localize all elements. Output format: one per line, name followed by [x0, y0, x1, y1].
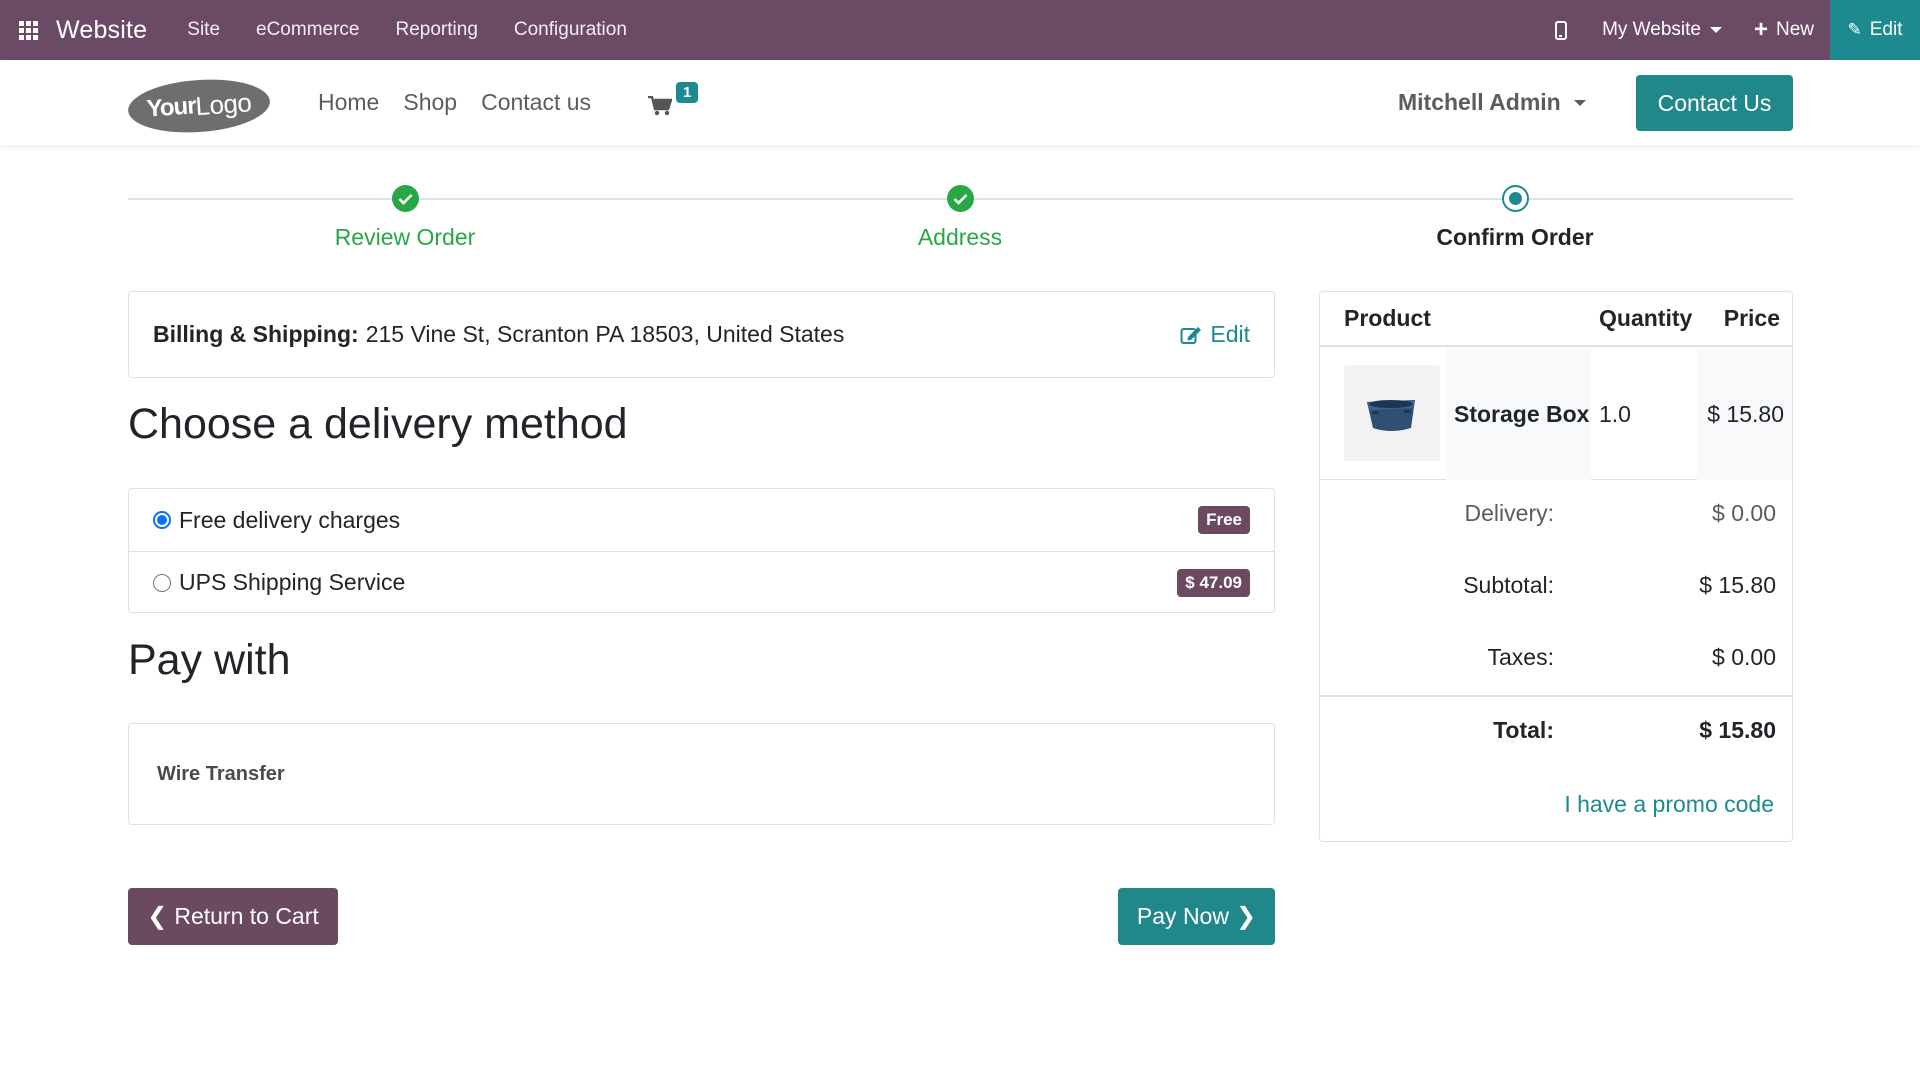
check-circle-icon — [946, 185, 974, 212]
nav-contact-us[interactable]: Contact us — [481, 89, 591, 116]
radio-button-selected[interactable] — [153, 511, 171, 529]
admin-navbar: Website Site eCommerce Reporting Configu… — [0, 0, 1920, 60]
check-circle-icon — [391, 185, 419, 212]
delivery-option-ups[interactable]: UPS Shipping Service $ 47.09 — [129, 551, 1274, 613]
caret-down-icon — [1573, 99, 1586, 106]
taxes-value: $ 0.00 — [1712, 644, 1776, 670]
line-product-name[interactable]: Storage Box — [1454, 401, 1589, 428]
order-summary-header: Product Quantity Price — [1320, 292, 1792, 347]
caret-down-icon — [1709, 27, 1722, 33]
mobile-phone-icon — [1555, 20, 1568, 40]
pencil-icon: ✎ — [1847, 20, 1862, 39]
menu-site[interactable]: Site — [169, 0, 238, 60]
main-nav: Home Shop Contact us — [318, 60, 615, 145]
nav-shop[interactable]: Shop — [403, 89, 457, 116]
delivery-total-value: $ 0.00 — [1712, 500, 1776, 526]
total-label: Total: — [1493, 717, 1554, 743]
app-brand[interactable]: Website — [56, 16, 147, 45]
billing-address: 215 Vine St, Scranton PA 18503, United S… — [365, 321, 845, 347]
edit-address-link[interactable]: Edit — [1180, 321, 1250, 348]
website-selector-label: My Website — [1602, 19, 1701, 40]
user-menu[interactable]: Mitchell Admin — [1398, 60, 1586, 145]
wizard-step-label: Address — [917, 224, 1003, 250]
order-summary: Product Quantity Price Storage Box 1.0 $… — [1319, 291, 1793, 842]
website-selector[interactable]: My Website — [1586, 0, 1738, 60]
delivery-price-badge: Free — [1198, 506, 1250, 534]
delivery-total-row: Delivery: $ 0.00 — [1320, 500, 1792, 530]
pay-now-button[interactable]: Pay Now ❯ — [1118, 888, 1275, 945]
menu-reporting[interactable]: Reporting — [378, 0, 496, 60]
wizard-step-label: Confirm Order — [1436, 224, 1594, 250]
column-header-quantity: Quantity — [1599, 305, 1693, 331]
wizard-step-confirm-order: Confirm Order — [1365, 185, 1665, 251]
column-header-product: Product — [1344, 305, 1431, 331]
line-quantity: 1.0 — [1599, 401, 1631, 427]
plus-icon: + — [1753, 16, 1768, 43]
billing-shipping-card: Billing & Shipping: 215 Vine St, Scranto… — [128, 291, 1275, 378]
logo-text-your: Your — [145, 92, 197, 123]
pay-with-heading: Pay with — [128, 636, 291, 684]
pay-now-label: Pay Now — [1136, 903, 1229, 929]
wizard-step-review-order[interactable]: Review Order — [255, 185, 555, 251]
subtotal-label: Subtotal: — [1463, 572, 1554, 598]
payment-method-label: Wire Transfer — [157, 762, 285, 785]
user-name: Mitchell Admin — [1398, 89, 1561, 115]
radio-button[interactable] — [153, 573, 171, 592]
cart-link[interactable]: 1 — [648, 82, 704, 122]
current-step-dot-icon — [1501, 185, 1529, 212]
mobile-preview-button[interactable] — [1536, 0, 1586, 60]
delivery-total-label: Delivery: — [1464, 500, 1554, 526]
contact-us-button[interactable]: Contact Us — [1636, 75, 1793, 131]
delivery-option-label: Free delivery charges — [179, 506, 401, 533]
delivery-method-list: Free delivery charges Free UPS Shipping … — [128, 488, 1275, 613]
delivery-option-label: UPS Shipping Service — [179, 569, 406, 595]
taxes-row: Taxes: $ 0.00 — [1320, 644, 1792, 674]
totals-divider — [1320, 695, 1792, 697]
wizard-step-label: Review Order — [334, 224, 476, 250]
menu-configuration[interactable]: Configuration — [496, 0, 645, 60]
logo-text-logo: Logo — [194, 86, 253, 121]
subtotal-row: Subtotal: $ 15.80 — [1320, 572, 1792, 602]
line-price: $ 15.80 — [1707, 401, 1784, 427]
column-header-price: Price — [1723, 305, 1780, 331]
wizard-step-address[interactable]: Address — [810, 185, 1110, 251]
return-to-cart-button[interactable]: ❮ Return to Cart — [128, 888, 338, 945]
nav-home[interactable]: Home — [318, 89, 379, 116]
delivery-option-free[interactable]: Free delivery charges Free — [129, 489, 1274, 551]
edit-website-button[interactable]: ✎ Edit — [1830, 0, 1920, 60]
admin-navbar-right: My Website + New ✎ Edit — [1536, 0, 1920, 60]
site-logo[interactable]: Your Logo — [126, 75, 272, 137]
total-value: $ 15.80 — [1699, 717, 1776, 743]
apps-menu-button[interactable] — [0, 0, 56, 60]
order-line: Storage Box 1.0 $ 15.80 — [1320, 347, 1792, 480]
edit-label: Edit — [1869, 19, 1903, 40]
cart-count-badge: 1 — [676, 82, 699, 103]
chevron-right-icon: ❯ — [1235, 903, 1257, 930]
storage-box-image — [1344, 365, 1440, 461]
shopping-cart-icon — [648, 96, 672, 116]
website-header: Your Logo Home Shop Contact us 1 Mitchell… — [0, 60, 1920, 145]
menu-ecommerce[interactable]: eCommerce — [238, 0, 377, 60]
subtotal-value: $ 15.80 — [1699, 572, 1776, 598]
payment-method-wire-transfer[interactable]: Wire Transfer — [128, 723, 1275, 825]
edit-label: Edit — [1210, 321, 1250, 347]
new-content-button[interactable]: + New — [1738, 0, 1830, 60]
edit-icon — [1180, 326, 1202, 344]
new-label: New — [1775, 19, 1814, 40]
apps-grid-icon — [18, 20, 38, 40]
return-to-cart-label: Return to Cart — [174, 903, 319, 929]
total-row: Total: $ 15.80 — [1320, 717, 1792, 747]
billing-label: Billing & Shipping: — [153, 321, 359, 347]
taxes-label: Taxes: — [1487, 644, 1554, 670]
delivery-price-badge: $ 47.09 — [1177, 568, 1250, 597]
delivery-method-heading: Choose a delivery method — [128, 400, 628, 448]
promo-code-link[interactable]: I have a promo code — [1564, 791, 1774, 818]
chevron-left-icon: ❮ — [147, 903, 168, 930]
